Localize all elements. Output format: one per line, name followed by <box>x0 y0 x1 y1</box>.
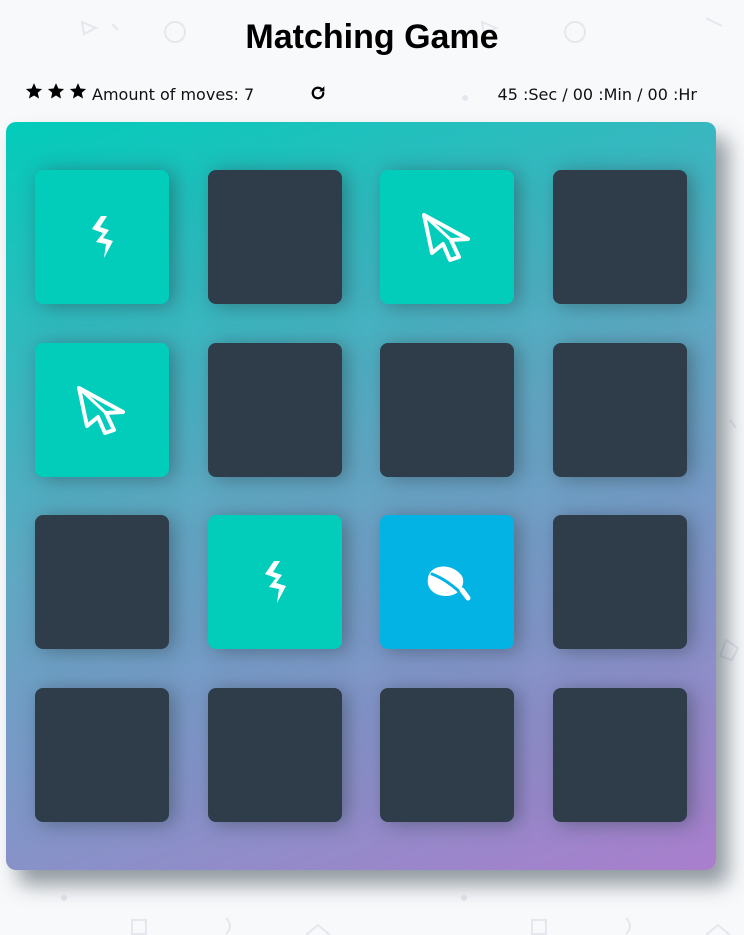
card[interactable] <box>380 170 514 304</box>
card[interactable] <box>553 170 687 304</box>
card[interactable] <box>208 170 342 304</box>
timer-minutes: 00 <box>572 85 594 104</box>
timer-seconds: 45 <box>497 85 518 104</box>
timer-hours: 00 <box>647 85 668 104</box>
card[interactable] <box>380 515 514 649</box>
leaf-icon <box>422 560 472 604</box>
restart-icon[interactable] <box>309 84 327 102</box>
card[interactable] <box>35 170 169 304</box>
moves-label: Amount of moves: <box>92 85 239 104</box>
card[interactable] <box>35 343 169 477</box>
score-panel: Amount of moves: 7 45 :Sec / 00 :Min / 0… <box>25 82 697 108</box>
timer-min-label: :Min <box>598 85 632 104</box>
star-icon <box>47 83 65 99</box>
card[interactable] <box>208 343 342 477</box>
card[interactable] <box>553 515 687 649</box>
card-deck <box>6 122 716 870</box>
paper-plane-icon <box>75 384 129 436</box>
star-icon <box>69 83 87 99</box>
card[interactable] <box>553 343 687 477</box>
moves-counter: Amount of moves: 7 <box>92 85 254 104</box>
moves-count: 7 <box>243 85 255 104</box>
bolt-icon <box>87 214 117 260</box>
game-timer: 45 :Sec / 00 :Min / 00 :Hr <box>497 85 697 104</box>
card[interactable] <box>35 688 169 822</box>
card[interactable] <box>35 515 169 649</box>
timer-hr-label: :Hr <box>673 85 697 104</box>
card[interactable] <box>553 688 687 822</box>
page-title: Matching Game <box>245 18 499 56</box>
timer-sec-label: :Sec <box>523 85 558 104</box>
star-rating <box>25 82 87 100</box>
card[interactable] <box>380 343 514 477</box>
bolt-icon <box>260 559 290 605</box>
star-icon <box>25 83 43 99</box>
card[interactable] <box>208 688 342 822</box>
card[interactable] <box>208 515 342 649</box>
card[interactable] <box>380 688 514 822</box>
paper-plane-icon <box>420 211 474 263</box>
